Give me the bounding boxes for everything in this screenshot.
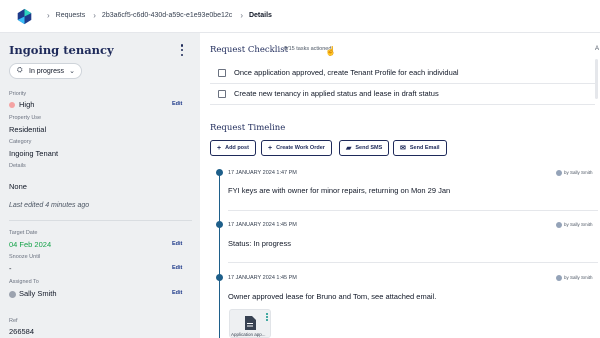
chat-icon: ▰ xyxy=(346,145,352,152)
edit-assigned-link[interactable]: Edit xyxy=(172,290,182,296)
checklist-title: Request Checklist xyxy=(210,45,288,55)
breadcrumb-details: Details xyxy=(248,12,272,19)
envelope-icon: ✉ xyxy=(400,145,406,152)
scrollbar[interactable] xyxy=(595,59,598,99)
priority-label: Priority xyxy=(9,91,27,97)
request-title: Ingoing tenancy xyxy=(9,43,114,57)
priority-dot-icon xyxy=(9,102,15,109)
add-post-button[interactable]: + Add post xyxy=(210,140,256,156)
entry-author: by Sally Smith xyxy=(556,275,593,281)
pointer-cursor-icon: ☝ xyxy=(325,46,337,56)
edit-target-date-link[interactable]: Edit xyxy=(172,241,182,247)
timeline-dot xyxy=(216,221,223,228)
timeline-dot xyxy=(216,274,223,281)
property-use-label: Property Use xyxy=(9,115,42,121)
app-logo-icon[interactable] xyxy=(16,8,33,25)
last-edited-text: Last edited 4 minutes ago xyxy=(9,202,90,209)
entry-text: Status: In progress xyxy=(228,239,291,248)
snooze-value: - xyxy=(9,264,12,273)
ref-value: 266584 xyxy=(9,327,35,336)
details-value: None xyxy=(9,182,27,191)
checkbox[interactable] xyxy=(218,68,226,77)
edge-label: A xyxy=(595,46,600,52)
property-use-value: Residential xyxy=(9,125,47,134)
checklist-item[interactable]: Once application approved, create Tenant… xyxy=(210,62,595,84)
checkbox[interactable] xyxy=(218,89,226,98)
target-date-value: 04 Feb 2024 xyxy=(9,240,52,249)
chevron-right-icon: › xyxy=(93,11,96,20)
send-email-button[interactable]: ✉ Send Email xyxy=(393,140,447,156)
category-value: Ingoing Tenant xyxy=(9,149,59,158)
edit-priority-link[interactable]: Edit xyxy=(172,101,182,107)
assigned-value: Sally Smith xyxy=(9,289,57,298)
priority-value: High xyxy=(9,100,34,109)
edit-snooze-link[interactable]: Edit xyxy=(172,265,182,271)
chevron-down-icon: ⌄ xyxy=(69,68,75,75)
entry-date: 17 JANUARY 2024 1:47 PM xyxy=(228,170,297,176)
timeline-separator xyxy=(228,210,598,211)
avatar xyxy=(556,170,562,176)
top-bar: › Requests › 2b3a6cf5-c6d0-430d-a59c-e1e… xyxy=(0,0,600,33)
status-dropdown[interactable]: ⛭ In progress ⌄ xyxy=(9,63,82,79)
entry-text: FYI keys are with owner for minor repair… xyxy=(228,186,451,195)
attachment-name: Application app... xyxy=(231,332,266,337)
entry-date: 17 JANUARY 2024 1:45 PM xyxy=(228,222,297,228)
target-date-label: Target Date xyxy=(9,230,38,236)
entry-text: Owner approved lease for Bruno and Tom, … xyxy=(228,292,437,301)
avatar xyxy=(556,222,562,228)
entry-date: 17 JANUARY 2024 1:45 PM xyxy=(228,275,297,281)
timeline-title: Request Timeline xyxy=(210,123,286,133)
attachment-menu-icon[interactable] xyxy=(266,313,269,321)
send-sms-button[interactable]: ▰ Send SMS xyxy=(339,140,390,156)
more-options-icon[interactable] xyxy=(179,44,185,56)
breadcrumb: › Requests › 2b3a6cf5-c6d0-430d-a59c-e1e… xyxy=(47,11,280,20)
breadcrumb-requests[interactable]: Requests xyxy=(56,12,86,19)
snooze-label: Snooze Until xyxy=(9,254,41,260)
status-value: In progress xyxy=(29,67,65,75)
entry-author: by Sally Smith xyxy=(556,222,593,228)
ref-label: Ref xyxy=(9,318,18,324)
timeline-separator xyxy=(228,262,598,263)
details-label: Details xyxy=(9,163,26,169)
main-content: Request Checklist 0/15 tasks actioned ☝ … xyxy=(200,33,600,338)
breadcrumb-request-id[interactable]: 2b3a6cf5-c6d0-430d-a59c-e1e93e0be12c xyxy=(102,12,232,19)
plus-icon: + xyxy=(217,144,222,152)
timeline-line xyxy=(219,173,220,338)
avatar xyxy=(556,275,562,281)
entry-author: by Sally Smith xyxy=(556,170,593,176)
attachment-card[interactable]: Application app... xyxy=(229,309,271,338)
timeline-dot xyxy=(216,169,223,176)
category-label: Category xyxy=(9,139,32,145)
chevron-right-icon: › xyxy=(240,11,243,20)
assigned-label: Assigned To xyxy=(9,279,39,285)
request-sidebar: Ingoing tenancy ⛭ In progress ⌄ Priority… xyxy=(0,33,200,338)
create-work-order-button[interactable]: + Create Work Order xyxy=(261,140,332,156)
sidebar-divider xyxy=(9,220,192,221)
checklist-item[interactable]: Create new tenancy in applied status and… xyxy=(210,83,595,105)
avatar xyxy=(9,290,16,298)
assignment-icon: ⛭ xyxy=(17,67,23,74)
chevron-right-icon: › xyxy=(47,11,50,20)
document-icon xyxy=(245,316,256,330)
plus-icon: + xyxy=(268,144,273,152)
